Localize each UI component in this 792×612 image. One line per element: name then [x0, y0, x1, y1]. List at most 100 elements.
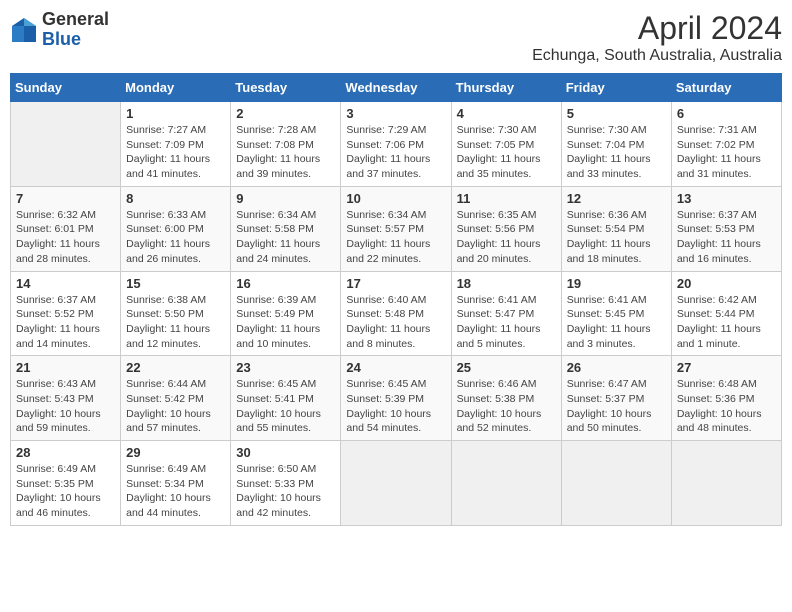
day-number: 12 — [567, 191, 666, 206]
day-number: 30 — [236, 445, 335, 460]
calendar-header-row: SundayMondayTuesdayWednesdayThursdayFrid… — [11, 74, 782, 102]
day-number: 15 — [126, 276, 225, 291]
day-info: Sunrise: 6:49 AMSunset: 5:35 PMDaylight:… — [16, 462, 115, 521]
day-number: 24 — [346, 360, 445, 375]
day-info: Sunrise: 6:41 AMSunset: 5:45 PMDaylight:… — [567, 293, 666, 352]
day-number: 26 — [567, 360, 666, 375]
header-monday: Monday — [121, 74, 231, 102]
header-tuesday: Tuesday — [231, 74, 341, 102]
day-info: Sunrise: 6:37 AMSunset: 5:53 PMDaylight:… — [677, 208, 776, 267]
calendar-cell: 24Sunrise: 6:45 AMSunset: 5:39 PMDayligh… — [341, 356, 451, 441]
calendar-week-5: 28 Sunrise: 6:49 AMSunset: 5:35 PMDayligh… — [11, 441, 782, 526]
day-number: 4 — [457, 106, 556, 121]
calendar-cell: 21 Sunrise: 6:43 AMSunset: 5:43 PMDayligh… — [11, 356, 121, 441]
day-number: 3 — [346, 106, 445, 121]
calendar-week-1: 1Sunrise: 7:27 AMSunset: 7:09 PMDaylight… — [11, 102, 782, 187]
calendar-cell: 29 Sunrise: 6:49 AMSunset: 5:34 PMDayligh… — [121, 441, 231, 526]
calendar-cell — [341, 441, 451, 526]
day-info: Sunrise: 7:30 AMSunset: 7:05 PMDaylight:… — [457, 123, 556, 182]
day-number: 2 — [236, 106, 335, 121]
day-info: Sunrise: 6:33 AMSunset: 6:00 PMDaylight:… — [126, 208, 225, 267]
day-info: Sunrise: 6:40 AMSunset: 5:48 PMDaylight:… — [346, 293, 445, 352]
day-number: 22 — [126, 360, 225, 375]
calendar-week-2: 7 Sunrise: 6:32 AMSunset: 6:01 PMDaylight… — [11, 186, 782, 271]
calendar-cell: 10 Sunrise: 6:34 AMSunset: 5:57 PMDayligh… — [341, 186, 451, 271]
calendar-week-3: 14 Sunrise: 6:37 AMSunset: 5:52 PMDayligh… — [11, 271, 782, 356]
day-number: 7 — [16, 191, 115, 206]
day-info: Sunrise: 6:42 AMSunset: 5:44 PMDaylight:… — [677, 293, 776, 352]
calendar-cell: 4 Sunrise: 7:30 AMSunset: 7:05 PMDaylight… — [451, 102, 561, 187]
calendar-cell: 14 Sunrise: 6:37 AMSunset: 5:52 PMDayligh… — [11, 271, 121, 356]
day-info: Sunrise: 6:35 AMSunset: 5:56 PMDaylight:… — [457, 208, 556, 267]
header-wednesday: Wednesday — [341, 74, 451, 102]
header-saturday: Saturday — [671, 74, 781, 102]
logo-blue: Blue — [42, 30, 109, 50]
calendar-cell: 22 Sunrise: 6:44 AMSunset: 5:42 PMDayligh… — [121, 356, 231, 441]
calendar-cell: 12Sunrise: 6:36 AMSunset: 5:54 PMDayligh… — [561, 186, 671, 271]
day-number: 29 — [126, 445, 225, 460]
calendar-cell — [451, 441, 561, 526]
calendar-cell: 9 Sunrise: 6:34 AMSunset: 5:58 PMDaylight… — [231, 186, 341, 271]
calendar-cell: 13 Sunrise: 6:37 AMSunset: 5:53 PMDayligh… — [671, 186, 781, 271]
calendar-cell: 26 Sunrise: 6:47 AMSunset: 5:37 PMDayligh… — [561, 356, 671, 441]
day-info: Sunrise: 6:48 AMSunset: 5:36 PMDaylight:… — [677, 377, 776, 436]
calendar-week-4: 21 Sunrise: 6:43 AMSunset: 5:43 PMDayligh… — [11, 356, 782, 441]
day-number: 6 — [677, 106, 776, 121]
day-info: Sunrise: 6:49 AMSunset: 5:34 PMDaylight:… — [126, 462, 225, 521]
day-info: Sunrise: 7:28 AMSunset: 7:08 PMDaylight:… — [236, 123, 335, 182]
calendar-cell: 28 Sunrise: 6:49 AMSunset: 5:35 PMDayligh… — [11, 441, 121, 526]
calendar-cell: 16Sunrise: 6:39 AMSunset: 5:49 PMDayligh… — [231, 271, 341, 356]
day-info: Sunrise: 6:34 AMSunset: 5:58 PMDaylight:… — [236, 208, 335, 267]
page-subtitle: Echunga, South Australia, Australia — [532, 47, 782, 65]
calendar-cell: 8Sunrise: 6:33 AMSunset: 6:00 PMDaylight… — [121, 186, 231, 271]
day-number: 21 — [16, 360, 115, 375]
calendar-cell: 2 Sunrise: 7:28 AMSunset: 7:08 PMDaylight… — [231, 102, 341, 187]
day-number: 20 — [677, 276, 776, 291]
header-friday: Friday — [561, 74, 671, 102]
logo-text: General Blue — [42, 10, 109, 50]
day-number: 27 — [677, 360, 776, 375]
day-info: Sunrise: 7:31 AMSunset: 7:02 PMDaylight:… — [677, 123, 776, 182]
page-header: General Blue April 2024 Echunga, South A… — [10, 10, 782, 65]
day-info: Sunrise: 6:38 AMSunset: 5:50 PMDaylight:… — [126, 293, 225, 352]
calendar-cell: 6 Sunrise: 7:31 AMSunset: 7:02 PMDaylight… — [671, 102, 781, 187]
day-info: Sunrise: 6:47 AMSunset: 5:37 PMDaylight:… — [567, 377, 666, 436]
calendar-cell: 18Sunrise: 6:41 AMSunset: 5:47 PMDayligh… — [451, 271, 561, 356]
calendar-cell: 27 Sunrise: 6:48 AMSunset: 5:36 PMDayligh… — [671, 356, 781, 441]
day-number: 23 — [236, 360, 335, 375]
calendar-cell: 25Sunrise: 6:46 AMSunset: 5:38 PMDayligh… — [451, 356, 561, 441]
logo: General Blue — [10, 10, 109, 50]
day-info: Sunrise: 6:32 AMSunset: 6:01 PMDaylight:… — [16, 208, 115, 267]
day-info: Sunrise: 6:37 AMSunset: 5:52 PMDaylight:… — [16, 293, 115, 352]
day-info: Sunrise: 6:34 AMSunset: 5:57 PMDaylight:… — [346, 208, 445, 267]
day-info: Sunrise: 6:41 AMSunset: 5:47 PMDaylight:… — [457, 293, 556, 352]
day-info: Sunrise: 6:39 AMSunset: 5:49 PMDaylight:… — [236, 293, 335, 352]
calendar-cell: 5 Sunrise: 7:30 AMSunset: 7:04 PMDaylight… — [561, 102, 671, 187]
day-info: Sunrise: 6:46 AMSunset: 5:38 PMDaylight:… — [457, 377, 556, 436]
day-number: 5 — [567, 106, 666, 121]
calendar-cell: 7 Sunrise: 6:32 AMSunset: 6:01 PMDaylight… — [11, 186, 121, 271]
calendar-cell — [561, 441, 671, 526]
day-number: 11 — [457, 191, 556, 206]
day-info: Sunrise: 6:44 AMSunset: 5:42 PMDaylight:… — [126, 377, 225, 436]
day-number: 9 — [236, 191, 335, 206]
calendar-cell: 30 Sunrise: 6:50 AMSunset: 5:33 PMDayligh… — [231, 441, 341, 526]
day-number: 17 — [346, 276, 445, 291]
logo-general: General — [42, 10, 109, 30]
logo-icon — [10, 16, 38, 44]
day-number: 14 — [16, 276, 115, 291]
day-number: 10 — [346, 191, 445, 206]
calendar-cell: 3Sunrise: 7:29 AMSunset: 7:06 PMDaylight… — [341, 102, 451, 187]
title-block: April 2024 Echunga, South Australia, Aus… — [532, 10, 782, 65]
calendar-cell: 23Sunrise: 6:45 AMSunset: 5:41 PMDayligh… — [231, 356, 341, 441]
header-thursday: Thursday — [451, 74, 561, 102]
day-info: Sunrise: 7:30 AMSunset: 7:04 PMDaylight:… — [567, 123, 666, 182]
header-sunday: Sunday — [11, 74, 121, 102]
calendar-cell: 1Sunrise: 7:27 AMSunset: 7:09 PMDaylight… — [121, 102, 231, 187]
calendar-cell: 20 Sunrise: 6:42 AMSunset: 5:44 PMDayligh… — [671, 271, 781, 356]
day-number: 13 — [677, 191, 776, 206]
day-info: Sunrise: 6:50 AMSunset: 5:33 PMDaylight:… — [236, 462, 335, 521]
calendar-cell — [11, 102, 121, 187]
day-info: Sunrise: 6:43 AMSunset: 5:43 PMDaylight:… — [16, 377, 115, 436]
day-number: 28 — [16, 445, 115, 460]
